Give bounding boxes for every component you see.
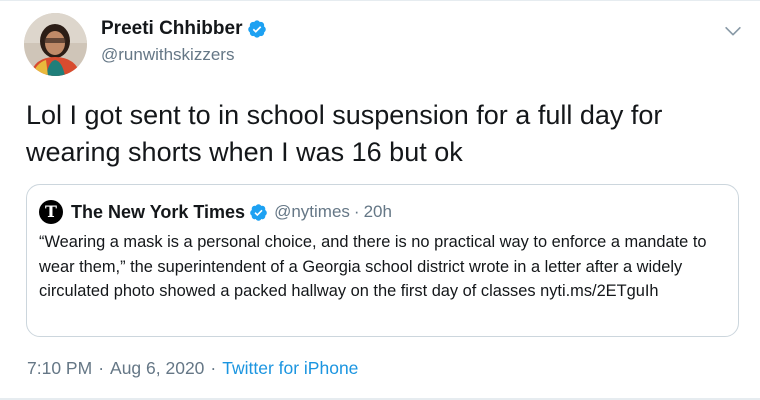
tweet-author[interactable]: Preeti Chhibber @runwithskizzers xyxy=(101,18,267,65)
verified-badge-icon xyxy=(248,20,267,38)
verified-badge-icon xyxy=(250,203,267,221)
avatar[interactable] xyxy=(24,13,87,76)
author-name-row: Preeti Chhibber xyxy=(101,18,267,40)
meta-separator: · xyxy=(98,358,105,378)
author-handle[interactable]: @runwithskizzers xyxy=(101,45,267,65)
chevron-down-icon[interactable] xyxy=(722,20,744,42)
quoted-separator: · xyxy=(353,202,360,221)
quoted-tweet-text: “Wearing a mask is a personal choice, an… xyxy=(39,233,707,300)
quoted-timestamp[interactable]: 20h xyxy=(364,202,392,222)
nyt-logo-icon[interactable]: T xyxy=(39,200,63,224)
meta-separator: · xyxy=(210,358,217,378)
nyt-logo-letter: T xyxy=(45,202,57,221)
author-name[interactable]: Preeti Chhibber xyxy=(101,18,242,40)
tweet-text: Lol I got sent to in school suspension f… xyxy=(26,100,663,167)
tweet-source-link[interactable]: Twitter for iPhone xyxy=(222,358,358,379)
quoted-tweet[interactable]: T The New York Times @nytimes · 20h “Wea… xyxy=(26,184,739,337)
quoted-author-handle: @nytimes xyxy=(274,202,350,221)
tweet-date[interactable]: Aug 6, 2020 xyxy=(110,358,204,379)
quoted-tweet-header: T The New York Times @nytimes · 20h xyxy=(39,200,392,224)
tweet-meta: 7:10 PM · Aug 6, 2020 · Twitter for iPho… xyxy=(27,358,358,379)
avatar-photo xyxy=(24,13,87,76)
top-divider xyxy=(0,0,760,1)
tweet-time[interactable]: 7:10 PM xyxy=(27,358,92,379)
quoted-author-name[interactable]: The New York Times xyxy=(71,202,245,223)
